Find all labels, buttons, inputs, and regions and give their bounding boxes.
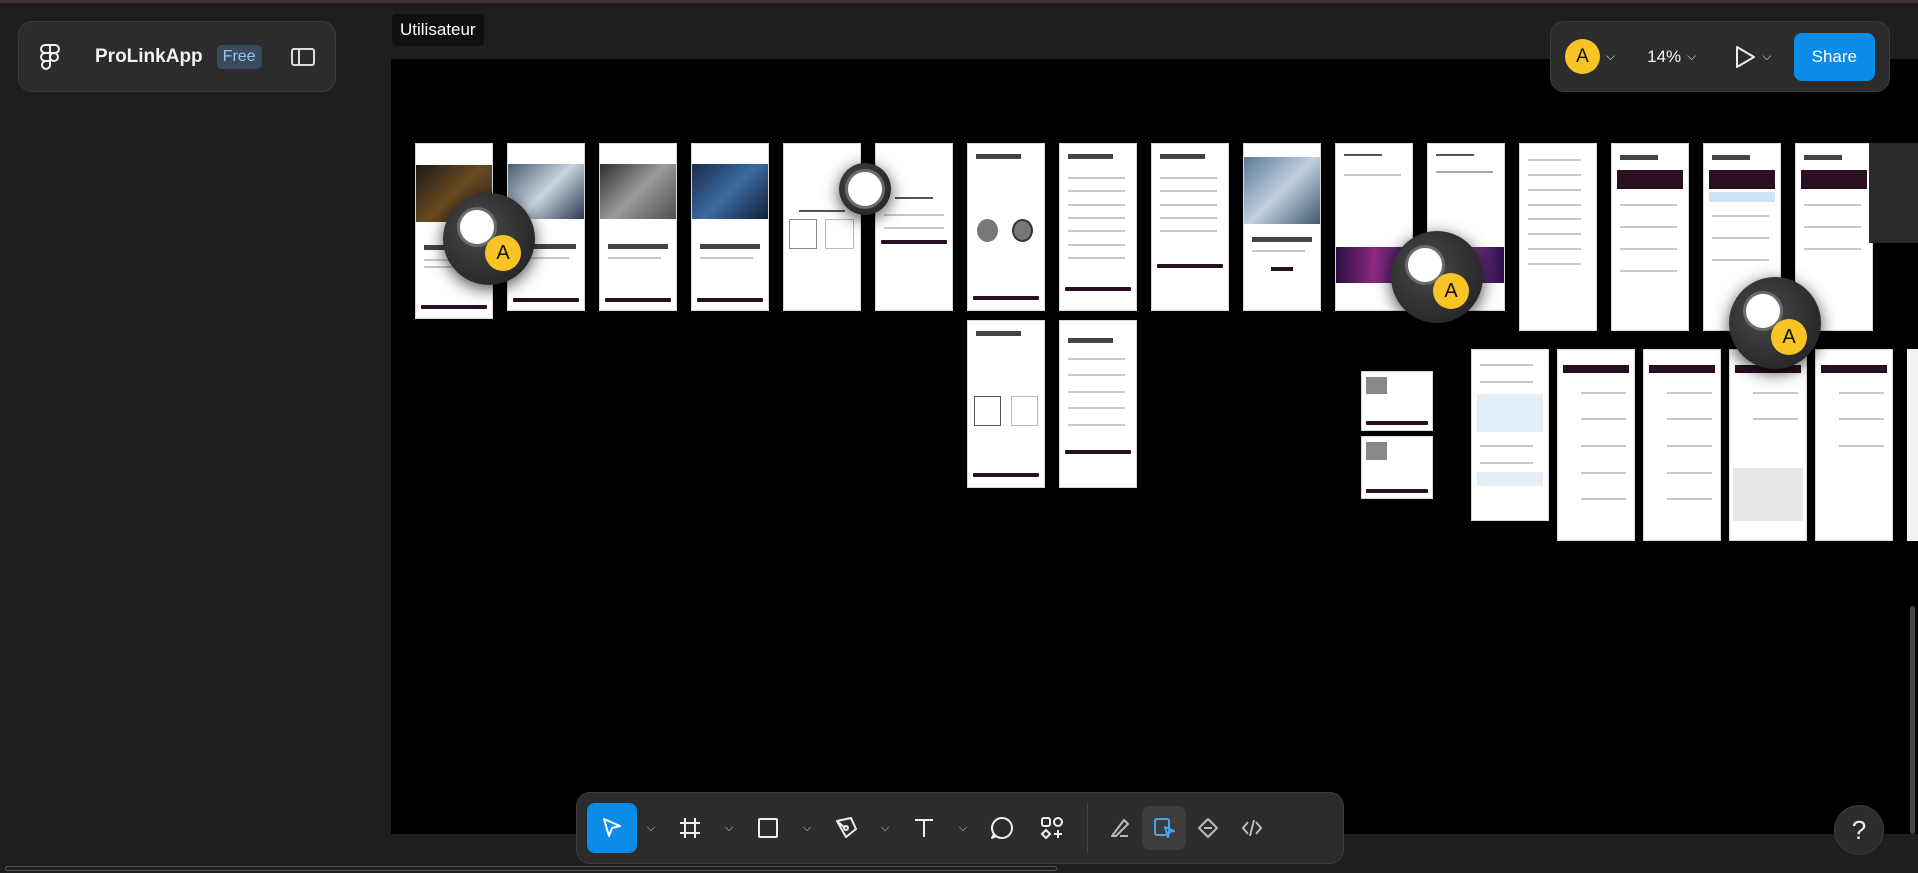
screen-thumbnail[interactable]	[875, 143, 953, 311]
screen-thumbnail-offscreen[interactable]	[1869, 143, 1918, 243]
help-button[interactable]: ?	[1834, 805, 1884, 855]
user-avatar[interactable]: A	[1565, 39, 1600, 74]
chevron-down-icon[interactable]: ⌵	[1687, 49, 1696, 64]
collaborator-cursor: A	[1729, 277, 1821, 369]
bottom-toolbar: ⌵ ⌵ ⌵ ⌵ ⌵	[576, 792, 1344, 864]
rectangle-icon	[758, 818, 778, 838]
screen-thumbnail[interactable]	[1611, 143, 1689, 331]
chevron-down-icon[interactable]: ⌵	[1762, 49, 1771, 64]
draw-mode[interactable]	[1098, 806, 1142, 850]
screen-thumbnail[interactable]	[1059, 320, 1137, 488]
design-mode[interactable]	[1142, 806, 1186, 850]
zoom-level[interactable]: 14%	[1647, 47, 1681, 67]
screen-thumbnail[interactable]	[1361, 371, 1433, 431]
screen-thumbnail[interactable]	[1643, 349, 1721, 541]
file-panel: ProLinkApp Free	[18, 21, 336, 92]
play-icon[interactable]	[1734, 45, 1756, 69]
collaborator-avatar: A	[485, 235, 521, 271]
figma-app: ProLinkApp Free Utilisateur A A A A ⌵ 14…	[0, 0, 1918, 873]
toolbar-divider	[1087, 803, 1088, 853]
sidebar-toggle-icon[interactable]	[291, 47, 315, 66]
draw-icon	[1111, 819, 1129, 837]
collaborator-avatar: A	[1771, 319, 1807, 355]
screen-thumbnail[interactable]	[599, 143, 677, 311]
chevron-down-icon[interactable]: ⌵	[637, 822, 665, 835]
file-name[interactable]: ProLinkApp	[95, 46, 203, 68]
header-controls: A ⌵ 14% ⌵ ⌵ Share	[1550, 21, 1890, 92]
resources-tool[interactable]	[1027, 803, 1077, 853]
screen-thumbnail-offscreen[interactable]	[1907, 349, 1918, 541]
collaborator-cursor: A	[1391, 231, 1483, 323]
screen-thumbnail[interactable]	[1519, 143, 1597, 331]
app-logo-icon	[845, 169, 885, 209]
code-icon	[1242, 819, 1262, 837]
pen-icon	[836, 817, 857, 838]
plan-badge[interactable]: Free	[216, 44, 262, 69]
screen-thumbnail[interactable]	[1243, 143, 1321, 311]
dev-mode[interactable]	[1230, 806, 1274, 850]
cursor-icon	[603, 818, 621, 837]
screen-thumbnail[interactable]	[1557, 349, 1635, 541]
components-icon	[1040, 817, 1063, 840]
figma-logo-icon[interactable]	[39, 43, 61, 71]
prototype-icon	[1198, 818, 1218, 838]
pen-tool[interactable]	[821, 803, 871, 853]
screen-thumbnail[interactable]	[1815, 349, 1893, 541]
chevron-down-icon[interactable]: ⌵	[1606, 49, 1615, 64]
screen-thumbnail[interactable]	[1361, 436, 1433, 499]
collaborator-cursor	[839, 163, 891, 215]
frame-tool[interactable]	[665, 803, 715, 853]
frame-icon	[680, 818, 700, 838]
window-top-edge	[0, 0, 1918, 3]
screen-thumbnail[interactable]	[967, 143, 1045, 311]
frame-label[interactable]: Utilisateur	[392, 14, 484, 46]
screen-thumbnail[interactable]	[1729, 349, 1807, 541]
share-button[interactable]: Share	[1793, 32, 1875, 81]
collaborator-avatar: A	[1433, 273, 1469, 309]
screen-thumbnail[interactable]	[691, 143, 769, 311]
shape-tool[interactable]	[743, 803, 793, 853]
screen-thumbnail[interactable]	[967, 320, 1045, 488]
text-icon	[915, 819, 933, 837]
chevron-down-icon[interactable]: ⌵	[793, 822, 821, 835]
screen-thumbnail[interactable]	[1059, 143, 1137, 311]
canvas-frame[interactable]: A A A	[391, 59, 1918, 834]
chevron-down-icon[interactable]: ⌵	[715, 822, 743, 835]
design-icon	[1154, 818, 1175, 838]
move-tool[interactable]	[587, 803, 637, 853]
chevron-down-icon[interactable]: ⌵	[949, 822, 977, 835]
screen-thumbnail[interactable]	[1151, 143, 1229, 311]
vertical-scrollbar[interactable]	[1910, 606, 1915, 834]
comment-tool[interactable]	[977, 803, 1027, 853]
prototype-mode[interactable]	[1186, 806, 1230, 850]
comment-icon	[991, 817, 1013, 839]
screen-thumbnail[interactable]	[1471, 349, 1549, 521]
text-tool[interactable]	[899, 803, 949, 853]
horizontal-scrollbar[interactable]	[5, 866, 1057, 871]
chevron-down-icon[interactable]: ⌵	[871, 822, 899, 835]
collaborator-cursor: A	[443, 193, 535, 285]
